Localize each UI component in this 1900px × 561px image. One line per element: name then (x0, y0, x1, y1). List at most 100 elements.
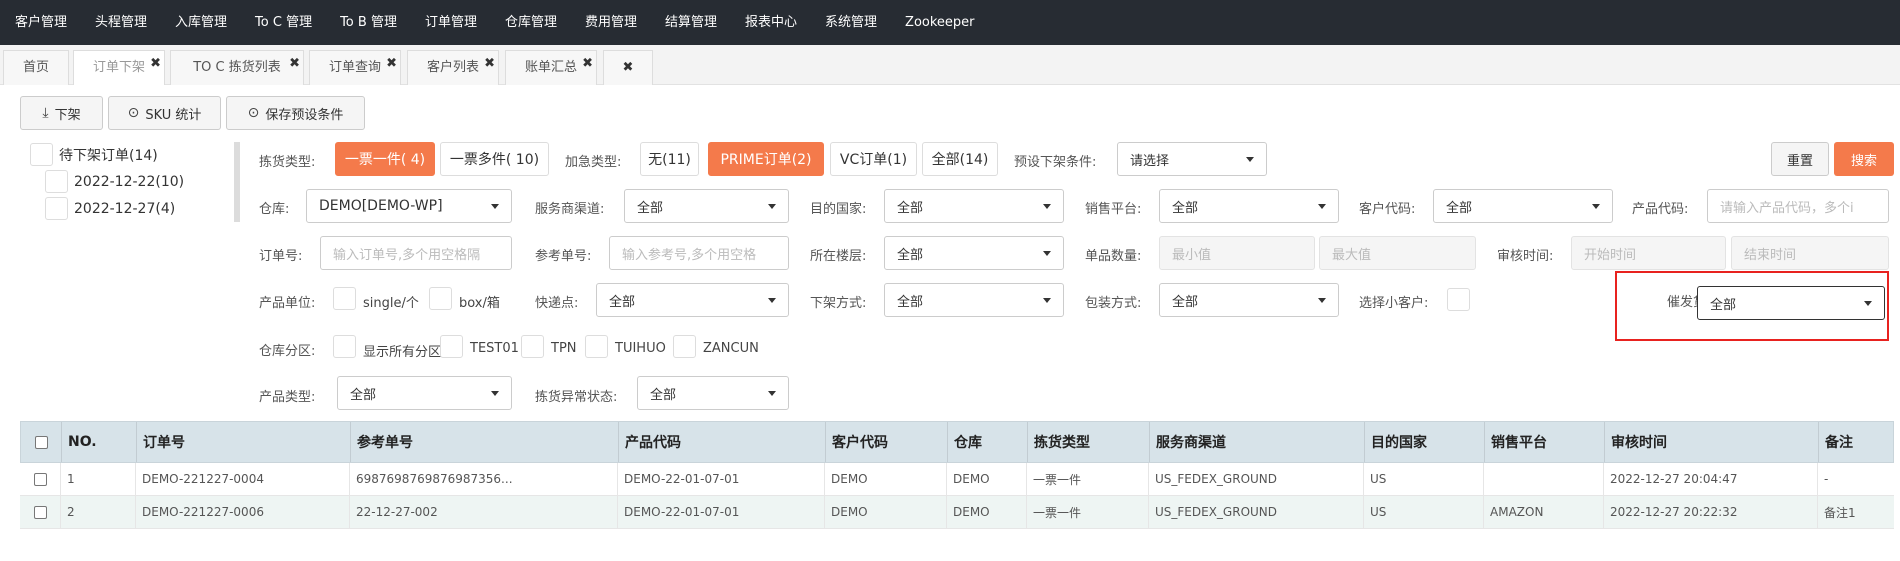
tree-child-label: 2022-12-22(10) (74, 173, 185, 190)
small-customer-label: 选择小客户: (1359, 296, 1429, 311)
qty-min-input[interactable]: 最小值 (1159, 236, 1315, 270)
offshelf-mode-select[interactable]: 全部 (884, 283, 1064, 317)
audit-start-input[interactable]: 开始时间 (1571, 236, 1726, 270)
unit-box-checkbox[interactable] (429, 287, 452, 310)
customer-code-label: 客户代码: (1359, 202, 1416, 217)
offshelf-button[interactable]: ⤓ 下架 (20, 96, 103, 130)
reset-button[interactable]: 重置 (1771, 142, 1829, 176)
header-platform[interactable]: 销售平台 (1484, 422, 1604, 462)
close-icon[interactable]: ✖ (150, 47, 161, 81)
row-checkbox[interactable] (33, 505, 47, 519)
urgent-vc-button[interactable]: VC订单(1) (830, 142, 917, 176)
product-type-select[interactable]: 全部 (337, 376, 512, 410)
zone-all-checkbox[interactable] (333, 335, 356, 358)
zone-zancun-checkbox[interactable] (673, 335, 696, 358)
country-select[interactable]: 全部 (884, 189, 1064, 223)
nav-settlement[interactable]: 结算管理 (651, 0, 731, 45)
nav-zookeeper[interactable]: Zookeeper (891, 0, 988, 45)
tree-checkbox[interactable] (30, 143, 53, 166)
tree-scrollbar[interactable] (234, 142, 240, 222)
unit-single-checkbox[interactable] (333, 287, 356, 310)
nav-reports[interactable]: 报表中心 (731, 0, 811, 45)
table-row[interactable]: 1 DEMO-221227-0004 6987698769876987356..… (20, 463, 1894, 496)
cell-product-code: DEMO-22-01-07-01 (617, 496, 824, 528)
header-order-no[interactable]: 订单号 (136, 422, 350, 462)
zone-tuihuo-checkbox[interactable] (585, 335, 608, 358)
nav-inbound[interactable]: 入库管理 (161, 0, 241, 45)
row-checkbox[interactable] (33, 472, 47, 486)
cell-warehouse: DEMO (946, 496, 1026, 528)
select-all-checkbox-cell[interactable] (21, 422, 61, 462)
header-no[interactable]: NO. (61, 422, 131, 462)
header-country[interactable]: 目的国家 (1364, 422, 1484, 462)
close-icon[interactable]: ✖ (386, 47, 397, 81)
tab-toc-picking[interactable]: TO C 拣货列表 ✖ (170, 50, 304, 85)
small-customer-checkbox[interactable] (1447, 288, 1470, 311)
platform-select[interactable]: 全部 (1159, 189, 1339, 223)
pick-type-multi-button[interactable]: 一票多件( 10) (440, 142, 549, 176)
close-icon[interactable]: ✖ (582, 47, 593, 81)
zone-tpn-checkbox[interactable] (521, 335, 544, 358)
caret-down-icon (768, 391, 776, 396)
header-ref-no[interactable]: 参考单号 (350, 422, 618, 462)
nav-orders[interactable]: 订单管理 (411, 0, 491, 45)
tab-order-query[interactable]: 订单查询 ✖ (309, 50, 401, 85)
tree-root[interactable]: 待下架订单(14) (30, 143, 158, 166)
row-checkbox-cell[interactable] (20, 463, 60, 495)
tab-bill-summary[interactable]: 账单汇总 ✖ (505, 50, 597, 85)
nav-toc[interactable]: To C 管理 (241, 0, 326, 45)
zone-test01-checkbox[interactable] (440, 335, 463, 358)
nav-system[interactable]: 系统管理 (811, 0, 891, 45)
cell-country: US (1363, 463, 1483, 495)
cell-country: US (1363, 496, 1483, 528)
pick-exception-select[interactable]: 全部 (637, 376, 789, 410)
header-warehouse[interactable]: 仓库 (947, 422, 1027, 462)
select-all-checkbox[interactable] (34, 435, 48, 449)
tree-checkbox[interactable] (45, 170, 68, 193)
urgent-none-button[interactable]: 无(11) (640, 142, 699, 176)
floor-select[interactable]: 全部 (884, 236, 1064, 270)
header-customer-code[interactable]: 客户代码 (825, 422, 947, 462)
sku-stats-button[interactable]: ⊙ SKU 统计 (108, 96, 221, 130)
order-no-input[interactable]: 输入订单号,多个用空格隔 (320, 236, 512, 270)
channel-select[interactable]: 全部 (624, 189, 789, 223)
row-checkbox-cell[interactable] (20, 496, 60, 528)
header-audit-time[interactable]: 审核时间 (1604, 422, 1818, 462)
tree-child[interactable]: 2022-12-27(4) (45, 197, 175, 220)
header-remark[interactable]: 备注 (1818, 422, 1895, 462)
close-icon[interactable]: ✖ (484, 47, 495, 81)
product-code-input[interactable]: 请输入产品代码，多个i (1707, 189, 1889, 223)
ref-no-input[interactable]: 输入参考号,多个用空格 (609, 236, 789, 270)
nav-warehouse[interactable]: 仓库管理 (491, 0, 571, 45)
nav-tob[interactable]: To B 管理 (326, 0, 411, 45)
audit-end-input[interactable]: 结束时间 (1731, 236, 1889, 270)
tree-checkbox[interactable] (45, 197, 68, 220)
tree-child[interactable]: 2022-12-22(10) (45, 170, 184, 193)
close-icon[interactable]: ✖ (289, 47, 300, 81)
nav-firstleg[interactable]: 头程管理 (81, 0, 161, 45)
tab-order-offshelf[interactable]: 订单下架 ✖ (73, 50, 165, 85)
save-preset-button[interactable]: ⊙ 保存预设条件 (226, 96, 365, 130)
tab-home[interactable]: 首页 (3, 50, 69, 85)
header-pick-type[interactable]: 拣货类型 (1027, 422, 1149, 462)
urgent-prime-button[interactable]: PRIME订单(2) (708, 142, 824, 176)
nav-fees[interactable]: 费用管理 (571, 0, 651, 45)
urgent-all-button[interactable]: 全部(14) (922, 142, 998, 176)
qty-max-input[interactable]: 最大值 (1319, 236, 1476, 270)
cell-platform: AMAZON (1483, 496, 1603, 528)
preset-select[interactable]: 请选择 (1117, 142, 1267, 176)
pack-mode-select[interactable]: 全部 (1159, 283, 1339, 317)
header-product-code[interactable]: 产品代码 (618, 422, 825, 462)
express-point-select[interactable]: 全部 (596, 283, 789, 317)
customer-code-select[interactable]: 全部 (1433, 189, 1613, 223)
caret-down-icon (1318, 204, 1326, 209)
table-row[interactable]: 2 DEMO-221227-0006 22-12-27-002 DEMO-22-… (20, 496, 1894, 529)
search-button[interactable]: 搜索 (1834, 142, 1894, 176)
pick-type-label: 拣货类型: (259, 155, 316, 170)
pick-type-single-button[interactable]: 一票一件( 4) (335, 142, 435, 176)
warehouse-select[interactable]: DEMO[DEMO-WP] (306, 189, 512, 223)
tab-customer-list[interactable]: 客户列表 ✖ (407, 50, 499, 85)
close-all-tabs-button[interactable]: ✖ (603, 50, 653, 85)
nav-customer[interactable]: 客户管理 (0, 0, 81, 45)
header-channel[interactable]: 服务商渠道 (1149, 422, 1364, 462)
